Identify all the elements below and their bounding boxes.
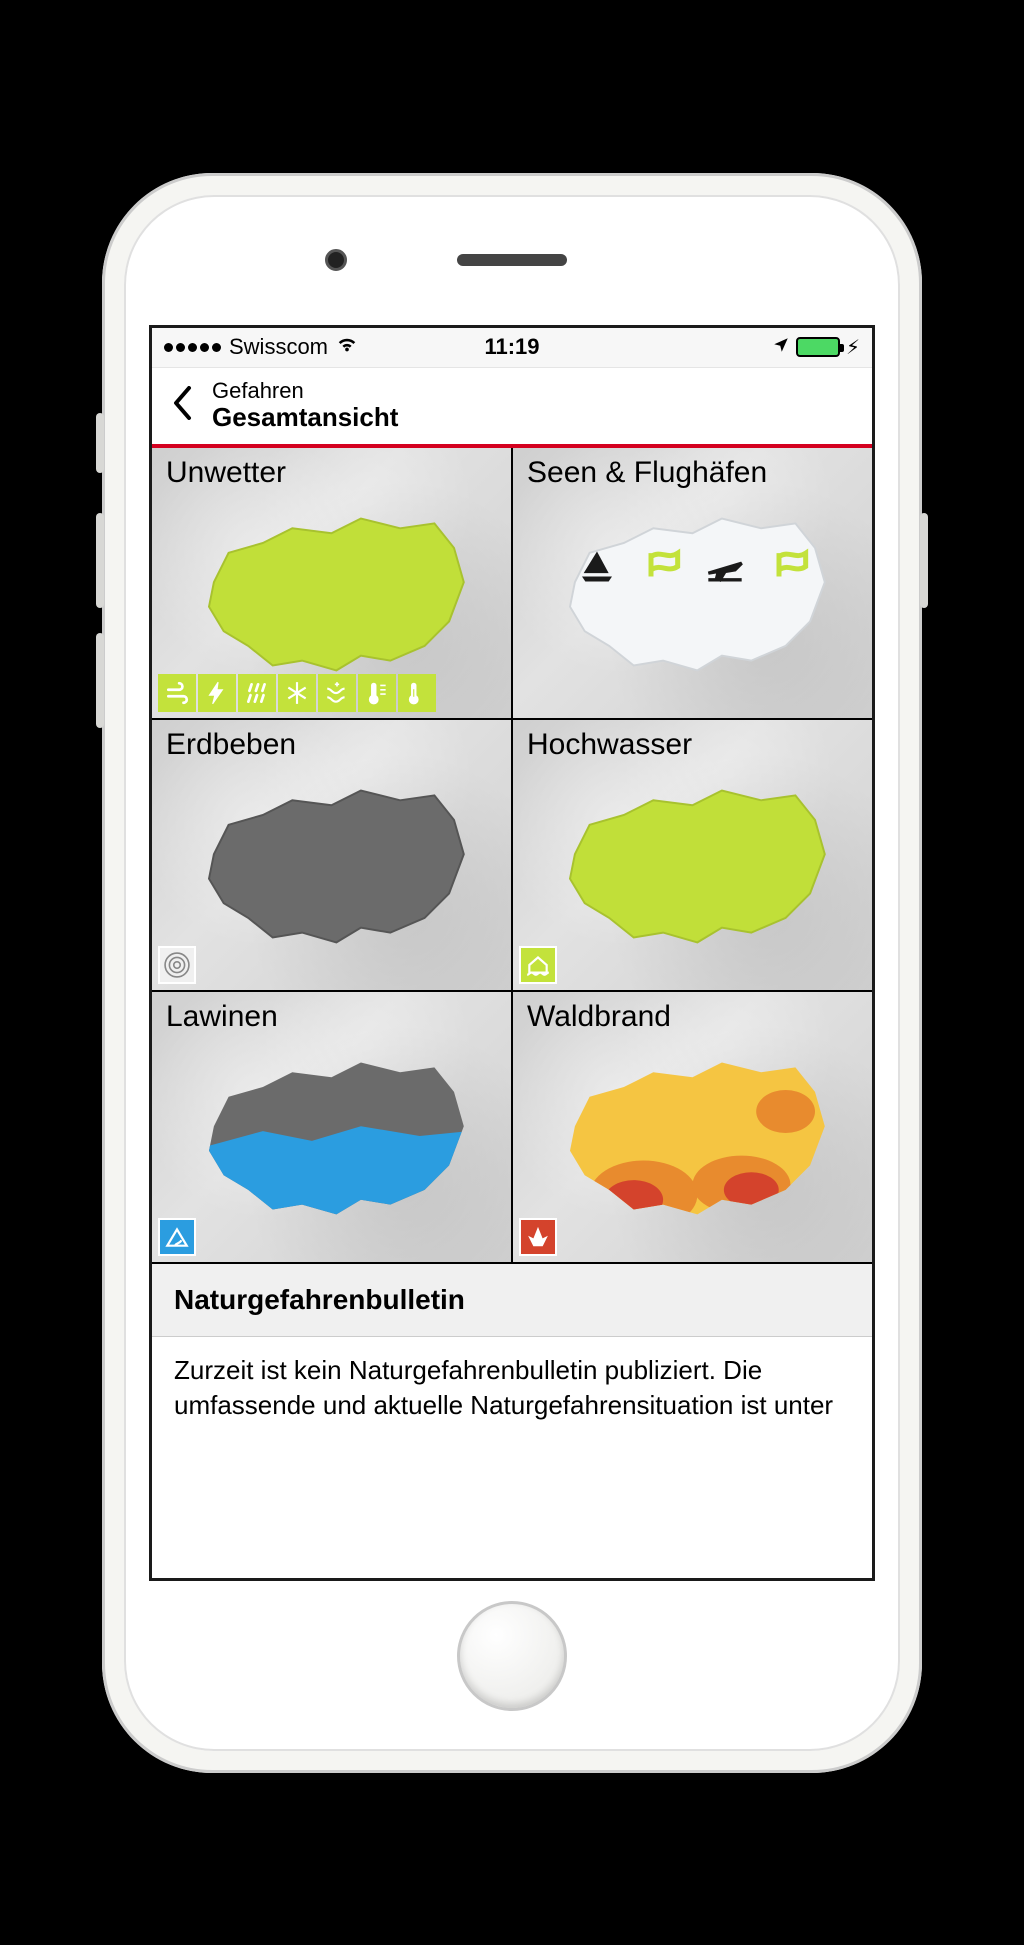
hazard-tile-unwetter[interactable]: Unwetter — [152, 448, 511, 718]
back-button[interactable] — [172, 382, 192, 430]
navigation-header: Gefahren Gesamtansicht — [152, 368, 872, 448]
clock-label: 11:19 — [396, 334, 628, 360]
plane-icon — [705, 547, 745, 592]
hazard-tile-label: Lawinen — [166, 1000, 278, 1034]
hazard-tile-waldbrand[interactable]: Waldbrand — [513, 992, 872, 1262]
frost-icon — [358, 674, 396, 712]
wifi-icon — [336, 333, 358, 361]
phone-top-hardware — [124, 195, 900, 325]
map-thumbnail-icon — [523, 1038, 862, 1234]
bulletin-body-text: Zurzeit ist kein Naturgefahrenbulletin p… — [152, 1337, 872, 1439]
nav-subtitle: Gefahren — [212, 379, 398, 403]
carrier-label: Swisscom — [229, 334, 328, 360]
sailboat-icon — [577, 547, 617, 592]
wind-sock-icon — [641, 547, 681, 592]
avalanche-icon — [158, 1218, 196, 1256]
hazard-subtype-icons — [158, 674, 436, 712]
heat-icon — [398, 674, 436, 712]
bulletin-header: Naturgefahrenbulletin — [152, 1262, 872, 1337]
wind-sock-icon — [769, 547, 809, 592]
ios-status-bar: Swisscom 11:19 ⚡︎ — [152, 328, 872, 368]
fire-icon — [519, 1218, 557, 1256]
rain-icon — [238, 674, 276, 712]
map-thumbnail-icon — [523, 766, 862, 962]
hazard-tile-lawinen[interactable]: Lawinen — [152, 992, 511, 1262]
volume-down-button — [96, 633, 104, 728]
hazard-tile-label: Hochwasser — [527, 728, 692, 762]
bulletin-title: Naturgefahrenbulletin — [174, 1284, 850, 1316]
hazard-tile-hochwasser[interactable]: Hochwasser — [513, 720, 872, 990]
home-button[interactable] — [457, 1601, 567, 1711]
seismic-icon — [158, 946, 196, 984]
map-thumbnail-icon — [162, 1038, 501, 1234]
flood-house-icon — [519, 946, 557, 984]
location-services-icon — [772, 334, 790, 360]
phone-screen: Swisscom 11:19 ⚡︎ — [149, 325, 875, 1581]
snowdrift-icon — [318, 674, 356, 712]
phone-speaker — [457, 254, 567, 266]
hazard-tile-label: Waldbrand — [527, 1000, 671, 1034]
hazard-tile-seen-flughaefen[interactable]: Seen & Flughäfen — [513, 448, 872, 718]
battery-icon — [796, 337, 840, 357]
overlay-icons — [577, 547, 809, 592]
hazard-tile-label: Unwetter — [166, 456, 286, 490]
map-thumbnail-icon — [162, 494, 501, 690]
signal-strength-icon — [164, 343, 221, 352]
hazard-tile-label: Seen & Flughäfen — [527, 456, 767, 490]
hazard-tile-erdbeben[interactable]: Erdbeben — [152, 720, 511, 990]
front-camera — [325, 249, 347, 271]
charging-icon: ⚡︎ — [846, 335, 860, 360]
phone-device-frame: Swisscom 11:19 ⚡︎ — [102, 173, 922, 1773]
hazard-grid: Unwetter — [152, 448, 872, 1262]
mute-switch — [96, 413, 104, 473]
map-thumbnail-icon — [162, 766, 501, 962]
volume-up-button — [96, 513, 104, 608]
hazard-tile-label: Erdbeben — [166, 728, 296, 762]
snow-icon — [278, 674, 316, 712]
power-button — [920, 513, 928, 608]
lightning-icon — [198, 674, 236, 712]
nav-title: Gesamtansicht — [212, 403, 398, 432]
wind-icon — [158, 674, 196, 712]
map-thumbnail-icon — [523, 494, 862, 690]
